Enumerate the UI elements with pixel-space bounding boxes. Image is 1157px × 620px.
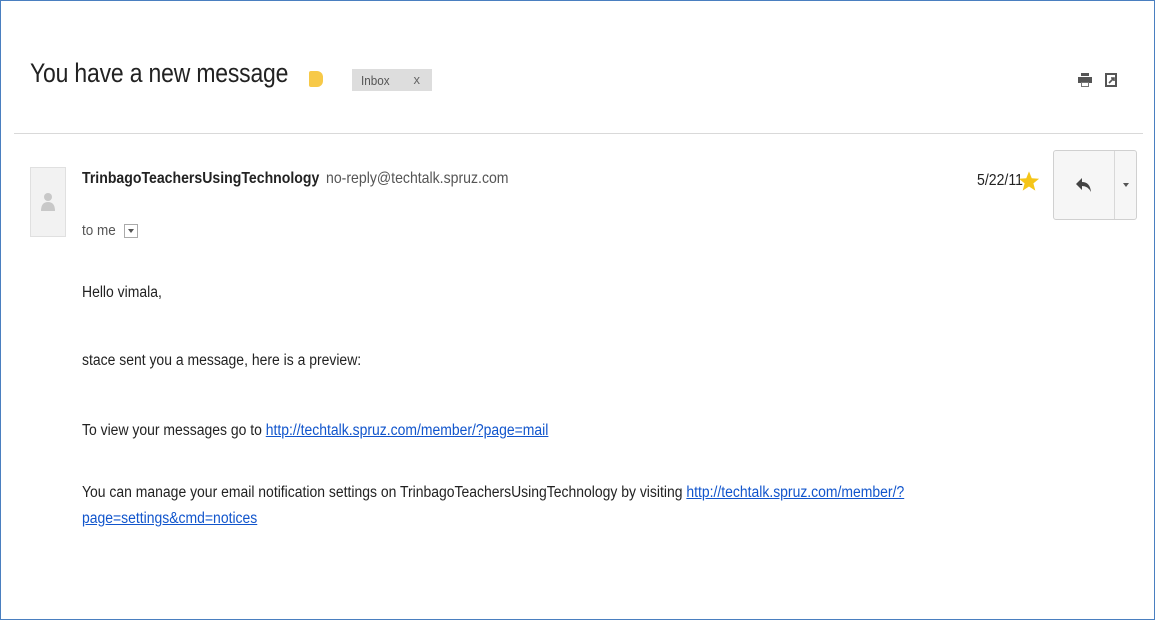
remove-label-button[interactable]: x (414, 72, 421, 87)
email-date: 5/22/11 (977, 172, 1023, 189)
header-divider (14, 133, 1143, 134)
new-window-icon[interactable] (1103, 72, 1119, 88)
show-details-button[interactable] (123, 223, 138, 238)
star-icon[interactable] (1018, 170, 1040, 192)
more-actions-button[interactable] (1115, 151, 1136, 219)
message-actions (1053, 150, 1137, 220)
view-messages-text: To view your messages go to (82, 422, 266, 439)
manage-settings-text: You can manage your email notification s… (82, 484, 687, 501)
reply-icon (1076, 178, 1091, 192)
sender-avatar[interactable] (30, 167, 66, 237)
recipient-line: to me (82, 222, 138, 239)
manage-settings-link-cont[interactable]: page=settings&cmd=notices (82, 510, 257, 527)
print-icon[interactable] (1077, 72, 1093, 88)
recipient-text: to me (82, 222, 116, 239)
email-header: You have a new message Inbox x (30, 58, 1127, 98)
manage-settings-paragraph: You can manage your email notification s… (82, 484, 996, 502)
inbox-label-tag[interactable]: Inbox x (352, 69, 432, 91)
sender-name[interactable]: TrinbagoTeachersUsingTechnology (82, 170, 319, 188)
view-messages-link[interactable]: http://techtalk.spruz.com/member/?page=m… (266, 422, 549, 439)
importance-marker-icon[interactable] (309, 71, 323, 87)
sender-line: TrinbagoTeachersUsingTechnology no-reply… (82, 170, 534, 188)
greeting-text: Hello vimala, (82, 284, 162, 301)
preview-text: stace sent you a message, here is a prev… (82, 352, 362, 369)
preview-paragraph: stace sent you a message, here is a prev… (82, 352, 392, 370)
inbox-label-text: Inbox (361, 72, 390, 88)
view-messages-paragraph: To view your messages go to http://techt… (82, 422, 600, 440)
email-subject: You have a new message (30, 58, 289, 88)
sender-email: no-reply@techtalk.spruz.com (326, 170, 509, 187)
person-icon (41, 193, 55, 211)
greeting-paragraph: Hello vimala, (82, 284, 171, 302)
reply-button[interactable] (1054, 151, 1115, 219)
manage-settings-paragraph-cont: page=settings&cmd=notices (82, 510, 277, 528)
chevron-down-icon (127, 228, 134, 233)
manage-settings-link[interactable]: http://techtalk.spruz.com/member/? (686, 484, 904, 501)
chevron-down-icon (1122, 183, 1129, 187)
